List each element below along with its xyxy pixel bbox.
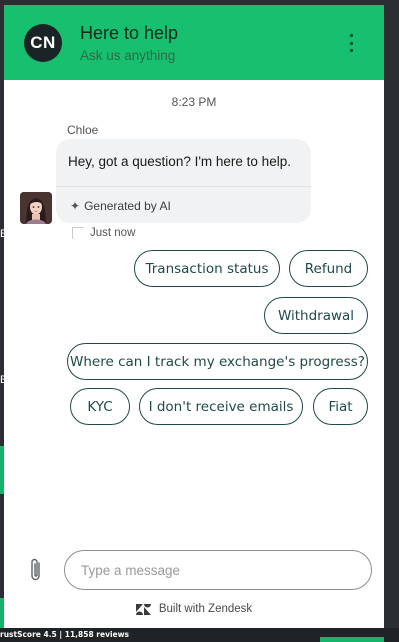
ai-label-text: Generated by AI bbox=[84, 199, 171, 213]
chat-header: CN Here to help Ask us anything bbox=[4, 5, 384, 80]
header-subtitle: Ask us anything bbox=[80, 48, 176, 63]
message-timestamp: 8:23 PM bbox=[171, 95, 217, 109]
trustscore-text: rustScore 4.5 | 11,858 reviews bbox=[0, 630, 130, 639]
quick-reply-withdrawal[interactable]: Withdrawal bbox=[264, 297, 368, 334]
paperclip-icon[interactable] bbox=[28, 557, 44, 583]
quick-reply-kyc[interactable]: KYC bbox=[70, 388, 130, 425]
ai-generated-label: ✦ Generated by AI bbox=[70, 199, 171, 213]
sender-name: Chloe bbox=[67, 123, 99, 137]
header-title: Here to help bbox=[80, 23, 179, 43]
input-placeholder: Type a message bbox=[81, 562, 181, 578]
message-input[interactable]: Type a message bbox=[64, 550, 372, 590]
message-text: Hey, got a question? I'm here to help. bbox=[68, 154, 291, 169]
built-with-zendesk-link[interactable]: Built with Zendesk bbox=[4, 603, 384, 615]
status-text: Just now bbox=[90, 227, 136, 239]
message-bubble: Hey, got a question? I'm here to help. ✦… bbox=[56, 139, 311, 223]
chat-widget: CN Here to help Ask us anything 8:23 PM … bbox=[4, 5, 384, 628]
bubble-divider bbox=[56, 186, 311, 187]
brand-avatar: CN bbox=[24, 24, 62, 62]
quick-reply-refund[interactable]: Refund bbox=[289, 250, 368, 287]
built-with-text: Built with Zendesk bbox=[158, 603, 253, 615]
kebab-menu-icon[interactable] bbox=[343, 34, 359, 52]
sparkle-icon: ✦ bbox=[70, 199, 81, 213]
message-tail-icon bbox=[72, 227, 84, 239]
message-status: Just now bbox=[72, 227, 135, 239]
background-green-button bbox=[320, 637, 384, 642]
agent-avatar bbox=[20, 192, 52, 224]
quick-reply-transaction-status[interactable]: Transaction status bbox=[134, 250, 280, 287]
quick-reply-fiat[interactable]: Fiat bbox=[313, 388, 368, 425]
quick-reply-track-exchange[interactable]: Where can I track my exchange's progress… bbox=[67, 343, 368, 380]
zendesk-icon bbox=[135, 603, 151, 615]
quick-reply-no-emails[interactable]: I don't receive emails bbox=[139, 388, 303, 425]
